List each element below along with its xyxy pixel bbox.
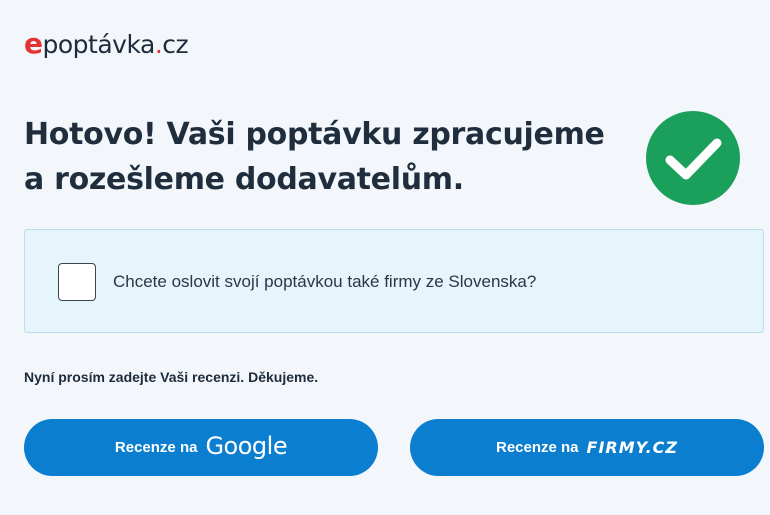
- slovakia-checkbox-label[interactable]: Chcete oslovit svojí poptávkou také firm…: [113, 272, 536, 292]
- firmy-logo: FIRMY.CZ: [586, 438, 679, 457]
- google-review-label: Recenze na: [114, 439, 198, 456]
- google-logo: Google: [205, 432, 288, 460]
- slovakia-option-panel: Chcete oslovit svojí poptávkou také firm…: [24, 229, 764, 333]
- firmy-review-button[interactable]: Recenze na FIRMY.CZ: [410, 419, 764, 476]
- google-review-button[interactable]: Recenze na Google: [24, 419, 378, 476]
- epoptavka-logo[interactable]: e poptávka. cz: [24, 27, 189, 60]
- review-note: Nyní prosím zadejte Vaši recenzi. Děkuje…: [24, 369, 319, 385]
- page-title: Hotovo! Vaši poptávku zpracujeme a rozeš…: [24, 117, 605, 197]
- firmy-review-label: Recenze na: [495, 439, 579, 456]
- slovakia-checkbox[interactable]: [58, 263, 96, 301]
- logo-dot: .: [154, 30, 163, 59]
- logo-tld: cz: [162, 30, 189, 59]
- check-circle-icon: [646, 111, 740, 205]
- logo-name: poptávka: [42, 30, 156, 59]
- logo-e: e: [24, 27, 43, 60]
